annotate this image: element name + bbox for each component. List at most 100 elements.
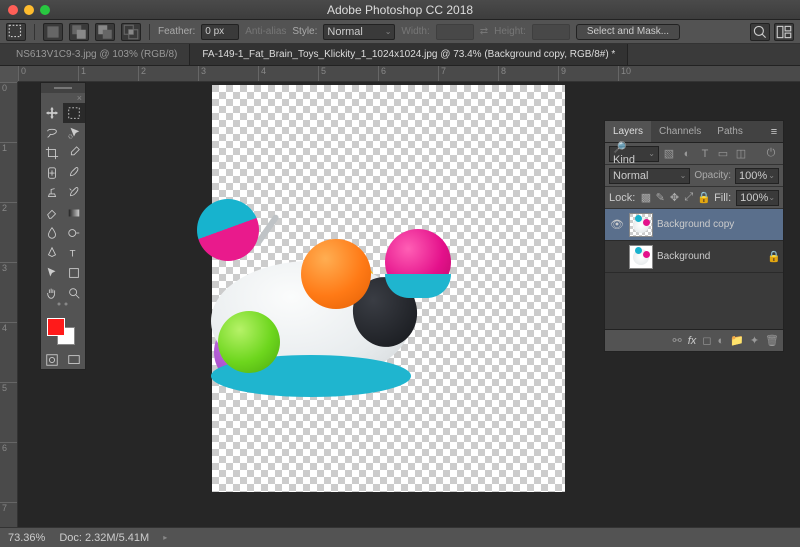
color-swatches[interactable] <box>45 317 81 347</box>
selection-add-icon[interactable] <box>69 23 89 41</box>
tab-paths[interactable]: Paths <box>709 121 751 142</box>
adjustment-layer-icon[interactable]: ◐ <box>717 335 724 347</box>
filter-pixel-icon[interactable]: ▧ <box>661 146 677 162</box>
app-title: Adobe Photoshop CC 2018 <box>327 3 473 17</box>
blend-mode-dropdown[interactable]: Normal⌄ <box>609 168 690 184</box>
lock-pixels-icon[interactable]: ✎ <box>655 191 666 205</box>
opacity-input[interactable]: 100%⌄ <box>735 168 779 184</box>
zoom-tool[interactable] <box>63 283 85 303</box>
doc-size[interactable]: Doc: 2.32M/5.41M <box>59 532 149 544</box>
lock-transparency-icon[interactable]: ▩ <box>640 191 651 205</box>
layer-thumbnail[interactable] <box>629 245 653 269</box>
layer-row[interactable]: 👁 Background copy <box>605 209 783 241</box>
height-input <box>532 24 570 40</box>
fill-label: Fill: <box>714 192 731 204</box>
workspace: 01234567 × <box>0 82 800 527</box>
history-brush-tool[interactable] <box>63 183 85 203</box>
window-controls <box>8 5 50 15</box>
filter-adjust-icon[interactable]: ◐ <box>679 146 695 162</box>
selection-new-icon[interactable] <box>43 23 63 41</box>
filter-type-icon[interactable]: T <box>697 146 713 162</box>
opacity-label: Opacity: <box>694 170 731 181</box>
minimize-window-icon[interactable] <box>24 5 34 15</box>
filter-smart-icon[interactable]: ◫ <box>733 146 749 162</box>
filter-toggle-icon[interactable]: ⏻ <box>763 146 779 162</box>
canvas[interactable] <box>212 85 565 492</box>
crop-tool[interactable] <box>41 143 63 163</box>
pen-tool[interactable] <box>41 243 63 263</box>
quickmask-toggle[interactable] <box>41 351 63 369</box>
status-flyout-icon[interactable]: ▸ <box>163 533 167 542</box>
lock-label: Lock: <box>609 192 635 204</box>
tab-channels[interactable]: Channels <box>651 121 709 142</box>
ruler-vertical: 01234567 <box>0 82 18 527</box>
lock-icon: 🔒 <box>767 250 779 263</box>
layer-thumbnail[interactable] <box>629 213 653 237</box>
title-bar: Adobe Photoshop CC 2018 <box>0 0 800 20</box>
delete-layer-icon[interactable]: 🗑 <box>765 334 779 347</box>
new-layer-icon[interactable]: ✦ <box>750 334 759 347</box>
panel-grip-icon[interactable] <box>41 83 85 93</box>
layer-row[interactable]: Background 🔒 <box>605 241 783 273</box>
close-window-icon[interactable] <box>8 5 18 15</box>
lock-position-icon[interactable]: ✥ <box>669 191 680 205</box>
eyedropper-tool[interactable] <box>63 143 85 163</box>
width-label: Width: <box>401 26 429 37</box>
eraser-tool[interactable] <box>41 203 63 223</box>
tab-layers[interactable]: Layers <box>605 121 651 142</box>
layers-panel: Layers Channels Paths ≡ 🔎 Kind⌄ ▧ ◐ T ▭ … <box>604 120 784 352</box>
selection-intersect-icon[interactable] <box>121 23 141 41</box>
brush-tool[interactable] <box>63 163 85 183</box>
blur-tool[interactable] <box>41 223 63 243</box>
lasso-tool[interactable] <box>41 123 63 143</box>
style-dropdown[interactable]: Normal⌄ <box>323 24 395 40</box>
layer-style-icon[interactable]: fx <box>688 335 697 347</box>
select-and-mask-button[interactable]: Select and Mask... <box>576 24 680 40</box>
hand-tool[interactable] <box>41 283 63 303</box>
selection-subtract-icon[interactable] <box>95 23 115 41</box>
svg-text:T: T <box>70 249 76 260</box>
layer-filter-kind[interactable]: 🔎 Kind⌄ <box>609 146 659 162</box>
clone-stamp-tool[interactable] <box>41 183 63 203</box>
swap-wh-icon: ⇄ <box>480 26 488 37</box>
document-tab-1[interactable]: FA-149-1_Fat_Brain_Toys_Klickity_1_1024x… <box>190 44 628 65</box>
screen-mode-toggle[interactable] <box>63 351 85 369</box>
marquee-tool[interactable] <box>63 103 85 123</box>
document-tabs: NS613V1C9-3.jpg @ 103% (RGB/8) FA-149-1_… <box>0 44 800 66</box>
type-tool[interactable]: T <box>63 243 85 263</box>
options-bar: Feather: Anti-alias Style: Normal⌄ Width… <box>0 20 800 44</box>
antialias-checkbox: Anti-alias <box>245 26 286 37</box>
path-select-tool[interactable] <box>41 263 63 283</box>
filter-shape-icon[interactable]: ▭ <box>715 146 731 162</box>
workspace-switcher-icon[interactable] <box>774 23 794 41</box>
zoom-level[interactable]: 73.36% <box>8 532 45 544</box>
search-icon[interactable] <box>750 23 770 41</box>
document-tab-0[interactable]: NS613V1C9-3.jpg @ 103% (RGB/8) <box>4 44 190 65</box>
dodge-tool[interactable] <box>63 223 85 243</box>
layer-name[interactable]: Background copy <box>657 219 779 230</box>
lock-artboard-icon[interactable]: ⤢ <box>683 191 694 205</box>
feather-input[interactable] <box>201 24 239 40</box>
gradient-tool[interactable] <box>63 203 85 223</box>
layer-list: 👁 Background copy Background 🔒 <box>605 209 783 329</box>
tools-panel: × T <box>40 82 86 370</box>
style-label: Style: <box>292 26 317 37</box>
link-layers-icon[interactable]: ⚯ <box>673 334 682 347</box>
visibility-toggle-icon[interactable]: 👁 <box>609 218 625 231</box>
width-input <box>436 24 474 40</box>
foreground-color[interactable] <box>47 318 65 336</box>
healing-brush-tool[interactable] <box>41 163 63 183</box>
layer-mask-icon[interactable]: ◻ <box>702 334 711 347</box>
group-icon[interactable]: 📁 <box>730 334 744 347</box>
fill-input[interactable]: 100%⌄ <box>736 190 779 206</box>
layer-name[interactable]: Background <box>657 251 763 262</box>
panel-menu-icon[interactable]: ≡ <box>765 121 783 142</box>
quick-select-tool[interactable] <box>63 123 85 143</box>
lock-all-icon[interactable]: 🔒 <box>697 191 711 205</box>
feather-label: Feather: <box>158 26 195 37</box>
maximize-window-icon[interactable] <box>40 5 50 15</box>
tool-preset-picker[interactable] <box>6 23 26 41</box>
move-tool[interactable] <box>41 103 63 123</box>
ruler-horizontal: 012345678910 <box>18 66 800 82</box>
shape-tool[interactable] <box>63 263 85 283</box>
